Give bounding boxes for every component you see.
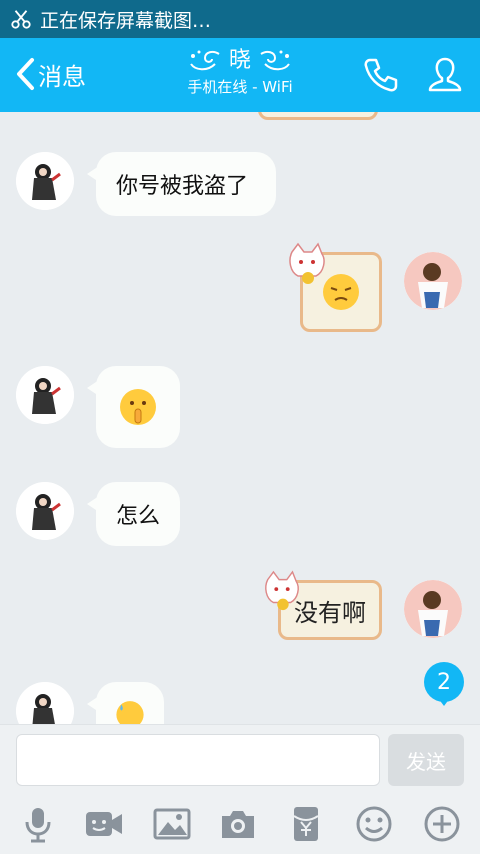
image-icon[interactable] [152, 804, 192, 844]
message-bubble[interactable]: 怎么 [87, 482, 180, 546]
status-text: 正在保存屏幕截图… [40, 9, 212, 32]
plus-icon[interactable] [422, 804, 462, 844]
message-bubble[interactable] [87, 366, 180, 448]
contact-avatar[interactable] [16, 366, 74, 424]
lucky-cat-decoration-icon [289, 242, 325, 284]
contact-avatar[interactable] [16, 482, 74, 540]
swirl-right-decoration-icon [260, 50, 290, 71]
my-avatar-image [404, 580, 462, 638]
contact-avatar-image [16, 366, 74, 424]
message-bubble[interactable]: 你号被我盗了 [87, 152, 276, 216]
message-text: 怎么 [115, 504, 160, 529]
screenshot-icon [11, 10, 31, 29]
profile-icon[interactable] [426, 56, 464, 94]
lucky-cat-decoration-icon [265, 570, 299, 611]
unread-count-badge[interactable]: 2 [424, 662, 464, 706]
contact-avatar-image [16, 152, 74, 210]
previous-sticker[interactable] [258, 112, 378, 120]
composer: 发送 [0, 724, 480, 797]
contact-avatar-image [16, 682, 74, 724]
contact-avatar[interactable] [16, 152, 74, 210]
message-text: 你号被我盗了 [116, 174, 249, 199]
shushing-face-emoji-icon [120, 389, 156, 425]
my-avatar[interactable] [404, 252, 462, 310]
contact-avatar-image [16, 482, 74, 540]
back-button[interactable]: 消息 [14, 54, 86, 94]
input-toolbar [0, 796, 480, 854]
message-input[interactable] [16, 734, 380, 786]
phone-icon[interactable] [362, 56, 400, 94]
title-bar: 消息 晓 手机在线 - WiFi [0, 38, 480, 112]
back-label: 消息 [38, 62, 86, 91]
microphone-icon[interactable] [18, 804, 58, 844]
camera-icon[interactable] [218, 804, 258, 844]
emoji-icon[interactable] [354, 804, 394, 844]
contact-name: 晓 [228, 48, 251, 73]
status-bar: 正在保存屏幕截图… [0, 0, 480, 38]
swirl-left-decoration-icon [190, 50, 220, 71]
contact-avatar[interactable] [16, 682, 74, 724]
sticker-text: 没有啊 [294, 598, 366, 627]
contact-header[interactable]: 晓 手机在线 - WiFi [140, 48, 340, 97]
contact-status: 手机在线 - WiFi [187, 78, 293, 96]
video-icon[interactable] [84, 804, 124, 844]
message-bubble[interactable] [87, 682, 164, 724]
send-button[interactable]: 发送 [388, 734, 464, 786]
my-avatar[interactable] [404, 580, 462, 638]
my-avatar-image [404, 252, 462, 310]
red-packet-icon[interactable] [286, 804, 326, 844]
sweat-face-emoji-icon [116, 701, 144, 724]
chat-area[interactable]: 你号被我盗了 怎么 没有啊 [0, 112, 480, 724]
chevron-left-icon [17, 58, 34, 90]
